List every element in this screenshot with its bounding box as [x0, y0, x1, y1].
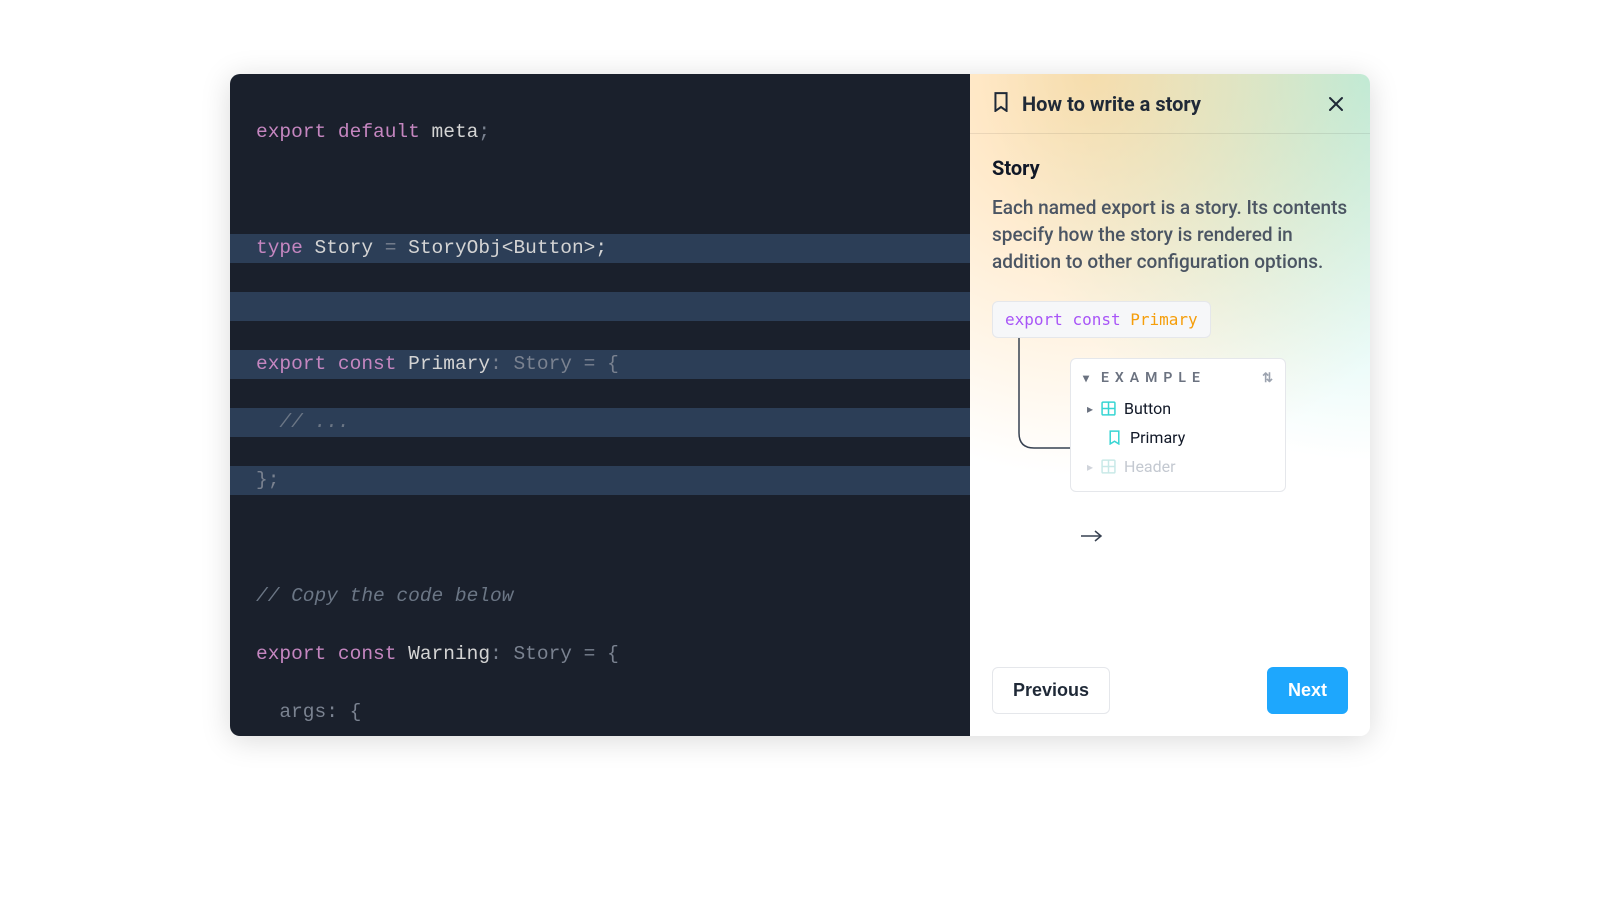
panel-header: How to write a story: [970, 74, 1370, 134]
example-header: ▾ EXAMPLE ⇅: [1071, 370, 1285, 394]
code-snippet: export const Primary: [992, 301, 1211, 338]
chevron-right-icon: ▸: [1087, 460, 1093, 474]
section-heading: Story: [992, 156, 1348, 180]
tree-item-button[interactable]: ▸ Button: [1071, 394, 1285, 423]
code-token: args: {: [256, 701, 361, 723]
tree-label: Primary: [1130, 428, 1185, 447]
tree-label: Header: [1124, 457, 1176, 476]
code-token: Warning: [408, 643, 490, 665]
code-token: ;: [478, 121, 490, 143]
code-token: };: [256, 469, 279, 491]
tree-item-header[interactable]: ▸ Header: [1071, 452, 1285, 481]
bookmark-icon: [992, 92, 1010, 116]
tree-label: Button: [1124, 399, 1171, 418]
chevron-right-icon: ▸: [1087, 402, 1093, 416]
code-editor: export default meta; type Story = StoryO…: [230, 74, 970, 736]
code-token: type: [256, 237, 303, 259]
tutorial-frame: export default meta; type Story = StoryO…: [230, 74, 1370, 736]
snippet-token: const: [1072, 310, 1120, 329]
code-token: : Story = {: [490, 353, 619, 375]
close-button[interactable]: [1324, 92, 1348, 116]
panel-title: How to write a story: [1022, 92, 1201, 116]
code-token: Story: [315, 237, 374, 259]
code-token: default: [338, 121, 420, 143]
code-token: : Story = {: [490, 643, 619, 665]
sort-icon: ⇅: [1262, 371, 1273, 386]
close-icon: [1327, 95, 1345, 113]
code-token: StoryObj<Button>;: [408, 237, 607, 259]
panel-footer: Previous Next: [970, 649, 1370, 736]
example-label: EXAMPLE: [1101, 370, 1206, 386]
tutorial-panel: How to write a story Story Each named ex…: [970, 74, 1370, 736]
diagram: ▾ EXAMPLE ⇅ ▸ Button: [992, 338, 1348, 520]
code-token: export: [256, 643, 326, 665]
panel-body: Story Each named export is a story. Its …: [970, 134, 1370, 649]
code-token: const: [338, 353, 397, 375]
code-token: =: [373, 237, 408, 259]
arrow-icon: [1079, 529, 1105, 543]
tree-item-primary[interactable]: Primary: [1071, 423, 1285, 452]
next-button[interactable]: Next: [1267, 667, 1348, 714]
previous-button[interactable]: Previous: [992, 667, 1110, 714]
snippet-token: Primary: [1130, 310, 1197, 329]
code-comment: // Copy the code below: [256, 585, 513, 607]
code-token: Primary: [408, 353, 490, 375]
code-token: export: [256, 353, 326, 375]
code-token: export: [256, 121, 326, 143]
section-text: Each named export is a story. Its conten…: [992, 194, 1348, 275]
story-icon: [1107, 430, 1122, 445]
example-tree: ▾ EXAMPLE ⇅ ▸ Button: [1070, 358, 1286, 492]
code-token: const: [338, 643, 397, 665]
component-icon: [1101, 401, 1116, 416]
code-token: meta: [432, 121, 479, 143]
component-icon: [1101, 459, 1116, 474]
chevron-down-icon: ▾: [1083, 371, 1095, 385]
snippet-token: export: [1005, 310, 1063, 329]
code-token: // ...: [256, 411, 350, 433]
